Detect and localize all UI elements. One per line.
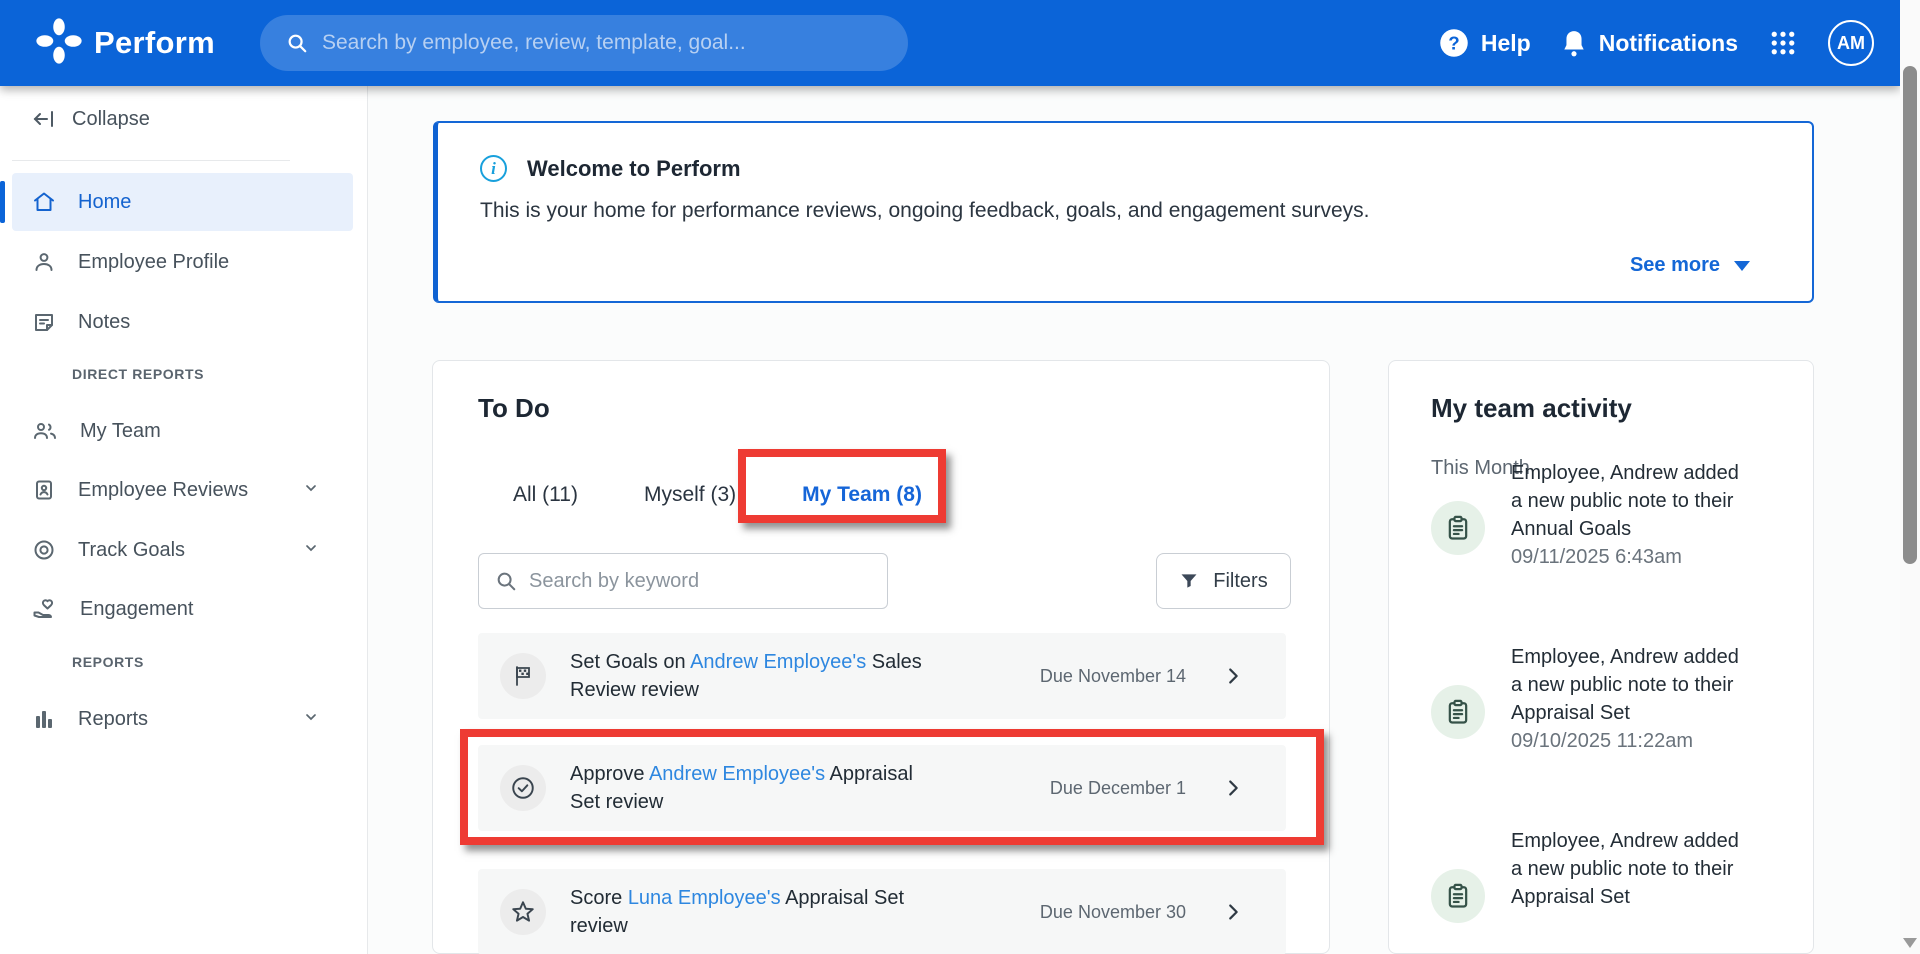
todo-card: To Do All (11) Myself (3) My Team (8) Fi… [432,360,1330,954]
sidebar-divider [12,160,290,161]
task-row-approve[interactable]: Approve Andrew Employee's Appraisal Set … [478,745,1286,831]
task-text: Score Luna Employee's Appraisal Set revi… [570,887,905,937]
welcome-title: Welcome to Perform [527,155,741,181]
task-due-date: Due November 14 [1039,665,1186,686]
flag-icon [500,653,546,699]
chevron-down-icon[interactable] [303,539,319,562]
task-due-date: Due December 1 [1049,777,1186,798]
sidebar-item-home[interactable]: Home [0,173,353,231]
user-avatar[interactable]: AM [1828,20,1874,66]
top-navbar: Perform ? Help Notifications [0,0,1900,86]
caret-down-icon [1734,260,1750,271]
keyword-search-input[interactable] [517,554,887,608]
global-search [260,15,908,71]
sidebar: Collapse Home Employee Profile Notes DIR… [0,86,368,954]
tab-all[interactable]: All (11) [509,469,582,521]
activity-timestamp: 09/10/2025 11:22am [1511,730,1694,752]
keyword-search [478,553,888,609]
scrollbar-thumb[interactable] [1903,66,1917,564]
sidebar-section-reports: REPORTS [72,654,144,670]
hand-heart-icon [33,599,54,618]
employee-link[interactable]: Andrew Employee's [649,763,825,785]
badge-icon [36,480,52,500]
clipboard-icon [1431,869,1485,923]
sidebar-section-direct-reports: DIRECT REPORTS [72,366,205,382]
chevron-down-icon[interactable] [303,479,319,502]
notifications-label: Notifications [1598,29,1738,56]
home-icon [34,192,54,211]
svg-text:?: ? [1448,32,1459,53]
note-icon [35,314,53,331]
activity-item: Employee, Andrew added a new public note… [1431,459,1781,571]
sidebar-item-employee-reviews[interactable]: Employee Reviews [12,461,353,519]
notifications-button[interactable]: Notifications [1561,29,1738,57]
sidebar-item-notes[interactable]: Notes [12,293,353,351]
clipboard-icon [1431,685,1485,739]
todo-title: To Do [478,393,550,423]
target-icon [34,540,54,560]
global-search-input[interactable] [308,15,908,71]
chevron-down-icon[interactable] [303,708,319,731]
tab-myself[interactable]: Myself (3) [640,469,740,521]
app-logo[interactable]: Perform [36,0,215,86]
activity-title: My team activity [1431,393,1632,423]
see-more-button[interactable]: See more [1630,254,1750,277]
help-button[interactable]: ? Help [1439,28,1531,58]
clipboard-icon [1431,501,1485,555]
scrollbar-down-arrow-icon[interactable] [1903,938,1917,948]
collapse-icon [33,111,53,127]
people-icon [34,423,56,439]
person-icon [35,253,53,271]
welcome-body: This is your home for performance review… [480,199,1370,222]
activity-text: Employee, Andrew added a new public note… [1511,830,1739,908]
page-scrollbar [1900,0,1920,954]
activity-item: Employee, Andrew added a new public note… [1431,827,1781,923]
app-grid-button[interactable] [1768,28,1798,58]
sidebar-item-reports[interactable]: Reports [12,690,353,748]
employee-link[interactable]: Andrew Employee's [690,651,866,673]
filter-funnel-icon [1181,574,1197,588]
sidebar-item-employee-profile[interactable]: Employee Profile [12,233,353,291]
sidebar-item-my-team[interactable]: My Team [12,402,353,460]
brand-name: Perform [94,25,215,60]
collapse-button[interactable]: Collapse [32,102,150,136]
task-text: Set Goals on Andrew Employee's Sales Rev… [570,651,922,701]
todo-tabs: All (11) Myself (3) My Team (8) [509,469,926,521]
activity-item: Employee, Andrew added a new public note… [1431,643,1781,755]
search-icon [497,572,516,591]
task-text: Approve Andrew Employee's Appraisal Set … [570,763,913,813]
tab-my-team[interactable]: My Team (8) [798,469,926,521]
check-circle-icon [500,765,546,811]
info-icon: i [480,155,507,182]
search-icon [288,34,307,53]
chevron-right-icon[interactable] [1222,901,1244,923]
task-row-set-goals[interactable]: Set Goals on Andrew Employee's Sales Rev… [478,633,1286,719]
grid-icon [1771,31,1795,55]
help-icon: ? [1440,29,1468,57]
activity-text: Employee, Andrew added a new public note… [1511,459,1741,571]
navbar-actions: ? Help Notifications AM [1439,0,1874,86]
task-row-score[interactable]: Score Luna Employee's Appraisal Set revi… [478,869,1286,954]
welcome-banner: i Welcome to Perform This is your home f… [433,121,1814,303]
sidebar-item-engagement[interactable]: Engagement [12,580,353,638]
activity-text: Employee, Andrew added a new public note… [1511,643,1741,755]
employee-link[interactable]: Luna Employee's [628,887,781,909]
bell-icon [1564,31,1584,57]
star-icon [500,889,546,935]
perform-flower-icon [36,17,82,69]
filters-button[interactable]: Filters [1156,553,1291,609]
help-label: Help [1480,29,1531,56]
my-team-activity-card: My team activity This Month Employee, An… [1388,360,1814,954]
activity-timestamp: 09/11/2025 6:43am [1511,546,1682,568]
task-due-date: Due November 30 [1039,901,1186,922]
chevron-right-icon[interactable] [1222,665,1244,687]
sidebar-item-track-goals[interactable]: Track Goals [12,521,353,579]
chevron-right-icon[interactable] [1222,777,1244,799]
collapse-label: Collapse [72,107,150,130]
bar-chart-icon [36,711,52,728]
